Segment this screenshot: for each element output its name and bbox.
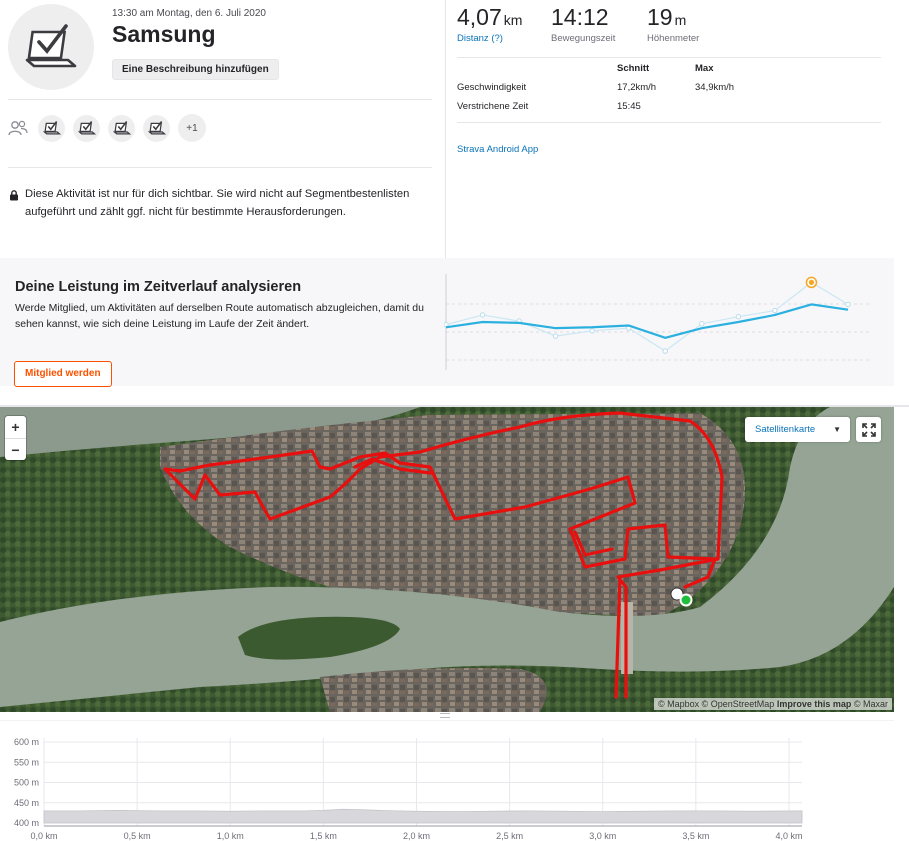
y-tick-label: 400 m: [14, 818, 39, 828]
activity-title[interactable]: Samsung: [112, 21, 216, 48]
row-max: 34,9km/h: [695, 82, 735, 93]
athlete-avatar[interactable]: [143, 114, 170, 142]
row-label: Geschwindigkeit: [457, 82, 527, 93]
trend-point: [699, 321, 705, 327]
moving-time-value: 14:12: [551, 4, 609, 30]
x-tick-label: 3,5 km: [682, 831, 709, 841]
row-label: Verstrichene Zeit: [457, 101, 529, 112]
trend-series-line: [445, 281, 849, 352]
x-tick-label: 3,0 km: [589, 831, 616, 841]
y-tick-label: 450 m: [14, 798, 39, 808]
x-tick-label: 0,0 km: [30, 831, 57, 841]
zoom-in-button[interactable]: +: [5, 416, 26, 438]
divider: [8, 99, 432, 100]
activity-datetime: 13:30 am Montag, den 6. Juli 2020: [112, 8, 266, 19]
distance-label[interactable]: Distanz (?): [457, 33, 522, 44]
y-tick-label: 600 m: [14, 737, 39, 747]
resize-handle[interactable]: [440, 713, 450, 718]
trend-point: [589, 328, 595, 334]
trend-point: [662, 348, 668, 354]
trend-point: [735, 314, 742, 320]
upsell-title: Deine Leistung im Zeitverlauf analysiere…: [15, 279, 302, 295]
improve-map-link[interactable]: Improve this map: [777, 699, 852, 709]
map-type-label: Satellitenkarte: [755, 424, 816, 435]
column-header-max: Max: [695, 63, 714, 74]
distance-value: 4,07: [457, 4, 502, 30]
elevation-unit: m: [674, 12, 687, 28]
route-map[interactable]: + − Satellitenkarte ▼ © Mapbox © OpenStr…: [0, 407, 894, 712]
map-attribution: © Mapbox © OpenStreetMap Improve this ma…: [653, 698, 892, 710]
divider: [445, 0, 446, 258]
zoom-out-button[interactable]: −: [5, 438, 26, 460]
start-marker-icon: [679, 593, 693, 607]
privacy-notice: Diese Aktivität ist nur für dich sichtba…: [9, 186, 419, 221]
device-link[interactable]: Strava Android App: [457, 144, 538, 155]
y-tick-label: 500 m: [14, 778, 39, 788]
athlete-avatar[interactable]: [108, 114, 135, 142]
become-member-button[interactable]: Mitglied werden: [14, 361, 112, 387]
athlete-avatar[interactable]: [73, 114, 100, 142]
fullscreen-button[interactable]: [856, 417, 881, 442]
x-tick-label: 1,5 km: [310, 831, 337, 841]
device-avatar[interactable]: [8, 4, 94, 90]
divider: [8, 167, 432, 168]
stat-distance: 4,07 km Distanz (?): [457, 4, 522, 44]
stat-elevation: 19 m Höhenmeter: [647, 4, 699, 44]
trend-highlight-dot: [808, 279, 815, 285]
mapbox-link[interactable]: © Mapbox: [658, 699, 699, 709]
map-type-select[interactable]: Satellitenkarte ▼: [745, 417, 850, 442]
checkmark-laptop-icon: [77, 121, 96, 135]
osm-link[interactable]: © OpenStreetMap: [702, 699, 775, 709]
x-tick-label: 2,5 km: [496, 831, 523, 841]
elevation-profile-chart[interactable]: 400 m 450 m 500 m 550 m 600 m 0,0 km 0,5 km 1,0…: [0, 720, 909, 841]
divider: [457, 57, 881, 58]
group-athletes: +1: [6, 114, 206, 142]
y-tick-label: 550 m: [14, 757, 39, 767]
zoom-control: + −: [5, 416, 26, 460]
checkmark-laptop-icon: [112, 121, 131, 135]
upsell-text: Werde Mitglied, um Aktivitäten auf derse…: [15, 302, 424, 330]
caret-down-icon: ▼: [833, 425, 841, 434]
checkmark-laptop-icon: [25, 24, 77, 68]
trend-series-line: [445, 303, 849, 339]
satellite-imagery: [0, 407, 894, 712]
add-description-button[interactable]: Eine Beschreibung hinzufügen: [112, 59, 279, 80]
row-avg: 15:45: [617, 101, 641, 112]
trend-point: [552, 333, 559, 339]
elevation-area: [43, 808, 803, 824]
stat-moving-time: 14:12 Bewegungszeit: [551, 4, 615, 44]
checkmark-laptop-icon: [147, 121, 166, 135]
checkmark-laptop-icon: [42, 121, 61, 135]
upsell-panel: Deine Leistung im Zeitverlauf analysiere…: [0, 258, 894, 387]
lock-icon: [9, 188, 23, 221]
x-tick-label: 0,5 km: [124, 831, 151, 841]
column-header-avg: Schnitt: [617, 63, 650, 74]
performance-trend-chart: [444, 274, 872, 370]
moving-time-label: Bewegungszeit: [551, 33, 616, 44]
elevation-label: Höhenmeter: [647, 33, 700, 44]
x-tick-label: 1,0 km: [217, 831, 244, 841]
privacy-text: Diese Aktivität ist nur für dich sichtba…: [25, 188, 410, 218]
distance-unit: km: [503, 12, 523, 28]
athlete-avatar[interactable]: [38, 114, 65, 142]
trend-point: [845, 301, 851, 308]
divider: [457, 122, 881, 123]
x-tick-label: 4,0 km: [775, 831, 802, 841]
trend-point: [479, 312, 486, 318]
elevation-value: 19: [647, 4, 673, 30]
expand-icon: [861, 422, 876, 437]
group-icon[interactable]: [6, 116, 30, 140]
trend-point: [772, 307, 778, 314]
more-athletes-button[interactable]: +1: [178, 114, 206, 142]
x-tick-label: 2,0 km: [403, 831, 430, 841]
row-avg: 17,2km/h: [617, 82, 657, 93]
maxar-link[interactable]: © Maxar: [854, 699, 888, 709]
